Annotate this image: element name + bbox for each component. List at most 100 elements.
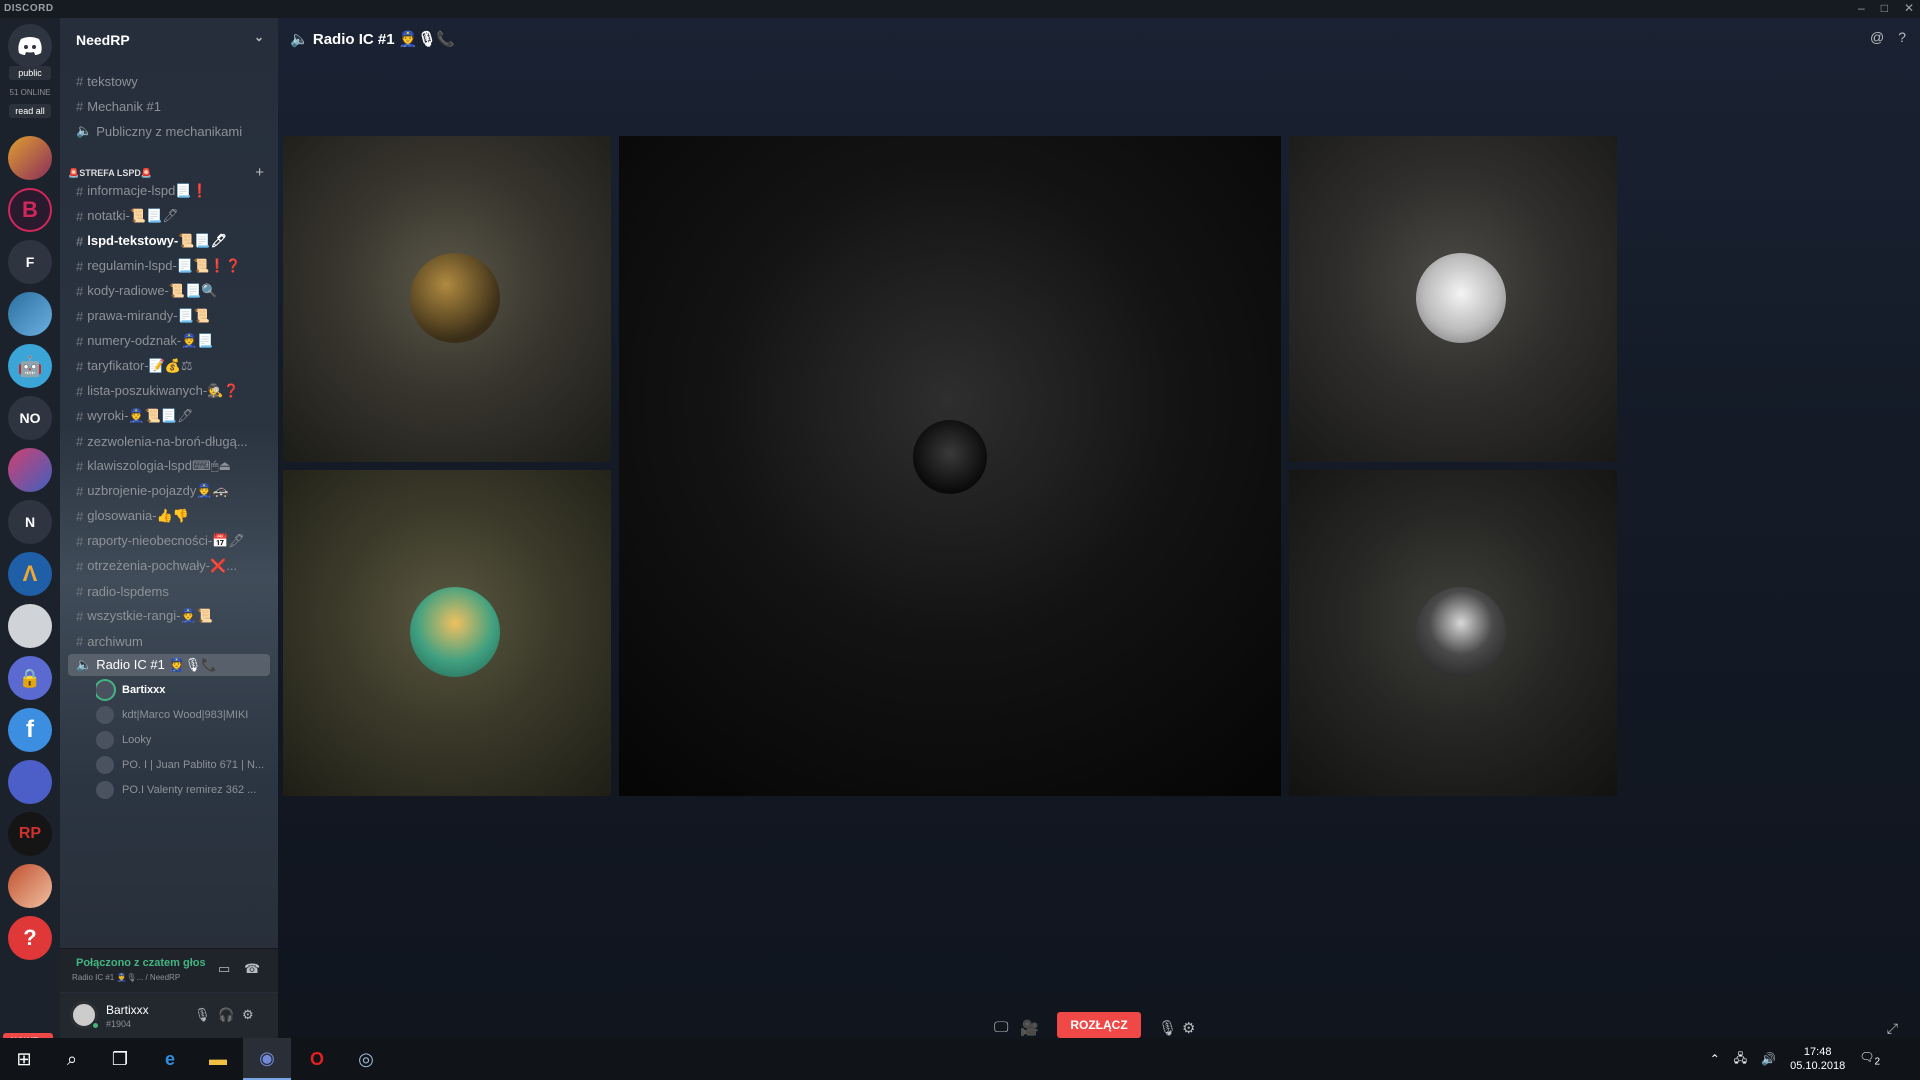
- mention-icon[interactable]: @: [1870, 29, 1884, 45]
- steam-icon[interactable]: ◎: [342, 1038, 390, 1080]
- channel-item[interactable]: # taryfikator-📝💰⚖: [76, 355, 272, 377]
- file-explorer-icon[interactable]: ▬: [194, 1038, 242, 1080]
- voice-status[interactable]: Połączono z czatem głos: [76, 957, 206, 969]
- hash-icon: #: [76, 433, 84, 449]
- server-a-logo-icon[interactable]: Λ: [8, 552, 52, 596]
- server-pikachu-icon[interactable]: [8, 136, 52, 180]
- voice-connection-panel: Połączono z czatem głos Radio IC #1 👮🎙..…: [60, 948, 278, 992]
- tray-expand-icon[interactable]: ⌃: [1710, 1052, 1720, 1066]
- channel-item[interactable]: # lista-poszukiwanych-🕵❓: [76, 380, 272, 402]
- server-f-logo-icon[interactable]: f: [8, 708, 52, 752]
- clock-date: 05.10.2018: [1790, 1060, 1846, 1072]
- server-robot-icon[interactable]: 🤖: [8, 344, 52, 388]
- search-icon[interactable]: ⌕: [48, 1038, 96, 1080]
- home-discord-icon[interactable]: [8, 24, 52, 68]
- opera-browser-icon[interactable]: O: [293, 1038, 341, 1080]
- category-strefa-lspd[interactable]: 🚨STREFA LSPD🚨: [68, 168, 152, 179]
- avatar: [1416, 587, 1506, 677]
- channel-item[interactable]: # regulamin-lspd-📃📜❗❓: [76, 255, 272, 277]
- participant-tile[interactable]: [283, 470, 611, 796]
- server-pink-logo-icon[interactable]: [8, 448, 52, 492]
- channel-item[interactable]: # kody-radiowe-📜📃🔍: [76, 280, 272, 302]
- hash-icon: #: [76, 283, 84, 299]
- discord-taskbar-icon[interactable]: ◉: [243, 1038, 291, 1080]
- add-channel-icon[interactable]: +: [255, 164, 264, 181]
- channel-publiczny[interactable]: 🔈 Publiczny z mechanikami: [76, 120, 272, 142]
- edge-browser-icon[interactable]: e: [146, 1038, 194, 1080]
- volume-icon[interactable]: 🔊: [1761, 1052, 1776, 1066]
- avatar: [1416, 253, 1506, 343]
- minimize-button[interactable]: –: [1858, 1, 1865, 15]
- channel-item[interactable]: # radio-lspdems: [76, 580, 272, 602]
- hash-icon: #: [76, 333, 84, 349]
- windows-taskbar: ⊞ ⌕ ❐ e ▬ ◉ O ◎ ⌃ 🖧 🔊 17:48 05.10.2018 🗨…: [0, 1038, 1920, 1080]
- speaker-icon: 🔈: [290, 31, 309, 48]
- voice-user[interactable]: PO.I Valenty remirez 362 ...: [96, 778, 276, 802]
- headphones-icon[interactable]: 🎧: [218, 1007, 234, 1023]
- participant-tile[interactable]: [283, 136, 611, 462]
- channel-mechanik[interactable]: # Mechanik #1: [76, 95, 272, 117]
- active-voice-channel[interactable]: 🔈 Radio IC #1 👮🎙📞: [68, 654, 270, 676]
- channel-item[interactable]: # otrzeżenia-pochwały-❌...: [76, 555, 272, 577]
- screen-share-icon[interactable]: ▭: [218, 961, 230, 977]
- server-hat-icon[interactable]: [8, 760, 52, 804]
- start-windows-icon[interactable]: ⊞: [0, 1038, 48, 1080]
- channel-item[interactable]: # glosowania-👍👎: [76, 505, 272, 527]
- server-n-letter[interactable]: N: [8, 500, 52, 544]
- help-icon[interactable]: ?: [1898, 29, 1906, 45]
- server-blue-logo-icon[interactable]: [8, 292, 52, 336]
- fullscreen-icon[interactable]: ⤢: [1887, 1020, 1898, 1037]
- online-status-dot: [91, 1021, 100, 1030]
- channel-item[interactable]: # klawiszologia-lspd⌨🖱⏏: [76, 455, 272, 477]
- server-question-icon[interactable]: ?: [8, 916, 52, 960]
- voice-user[interactable]: PO. I | Juan Pablito 671 | N...: [96, 753, 276, 777]
- disconnect-call-icon[interactable]: ☎: [244, 961, 260, 977]
- title-bar: DISCORD – □ ✕: [0, 0, 1920, 18]
- clock[interactable]: 17:48 05.10.2018: [1790, 1045, 1845, 1073]
- hash-icon: #: [76, 383, 84, 399]
- server-f-letter[interactable]: F: [8, 240, 52, 284]
- channel-item[interactable]: # wszystkie-rangi-👮📜: [76, 605, 272, 627]
- settings-gear-icon[interactable]: ⚙: [242, 1007, 254, 1023]
- server-b-icon[interactable]: B: [8, 188, 52, 232]
- voice-user[interactable]: Bartixxx: [96, 678, 276, 702]
- channel-title: 🔈 Radio IC #1 👮🎙📞: [290, 31, 456, 48]
- server-lock-icon[interactable]: 🔒: [8, 656, 52, 700]
- maximize-button[interactable]: □: [1881, 1, 1888, 15]
- server-header[interactable]: NeedRP ⌄: [60, 18, 278, 62]
- notification-center-icon[interactable]: 🗨2: [1859, 1050, 1880, 1067]
- voice-user[interactable]: Looky: [96, 728, 276, 752]
- participant-tile[interactable]: [1289, 470, 1617, 796]
- screen-share-icon[interactable]: 🖵: [994, 1019, 1008, 1036]
- channel-item[interactable]: # numery-odznak-👮📃: [76, 330, 272, 352]
- settings-gear-icon[interactable]: ⚙: [1182, 1019, 1195, 1037]
- hash-icon: #: [76, 608, 84, 624]
- participant-tile[interactable]: [1289, 136, 1617, 462]
- close-button[interactable]: ✕: [1904, 1, 1914, 15]
- channel-item[interactable]: # zezwolenia-na-broń-długą...: [76, 430, 272, 452]
- channel-tekstowy[interactable]: # tekstowy: [76, 70, 272, 92]
- microphone-icon[interactable]: 🎙: [194, 1007, 211, 1023]
- microphone-icon[interactable]: 🎙: [1158, 1019, 1177, 1037]
- server-anime-icon[interactable]: [8, 864, 52, 908]
- channel-item[interactable]: # archiwum: [76, 630, 272, 652]
- channel-item[interactable]: # uzbrojenie-pojazdy👮🚓: [76, 480, 272, 502]
- channel-item[interactable]: # raporty-nieobecności-📅🖊: [76, 530, 272, 552]
- server-badge-icon[interactable]: [8, 604, 52, 648]
- server-no-letter[interactable]: NO: [8, 396, 52, 440]
- disconnect-button[interactable]: ROZŁĄCZ: [1057, 1012, 1141, 1038]
- video-camera-icon[interactable]: 🎥: [1020, 1019, 1039, 1037]
- channel-item[interactable]: # notatki-📜📃🖊: [76, 205, 272, 227]
- public-pill[interactable]: public: [9, 66, 51, 80]
- read-all-pill[interactable]: read all: [9, 104, 51, 118]
- channel-item[interactable]: # wyroki-👮📜📃🖊: [76, 405, 272, 427]
- channel-sidebar: NeedRP ⌄ # tekstowy # Mechanik #1 🔈 Publicz…: [60, 18, 278, 1038]
- channel-item[interactable]: # prawa-mirandy-📃📜: [76, 305, 272, 327]
- task-view-icon[interactable]: ❐: [96, 1038, 144, 1080]
- voice-user[interactable]: kdt|Marco Wood|983|MIKI: [96, 703, 276, 727]
- channel-item[interactable]: # informacje-lspd📃❗: [76, 180, 272, 202]
- participant-tile-focused[interactable]: [619, 136, 1281, 796]
- channel-item[interactable]: # lspd-tekstowy-📜📃🖊: [76, 230, 272, 252]
- network-icon[interactable]: 🖧: [1734, 1049, 1747, 1070]
- server-rp-logo-icon[interactable]: RP: [8, 812, 52, 856]
